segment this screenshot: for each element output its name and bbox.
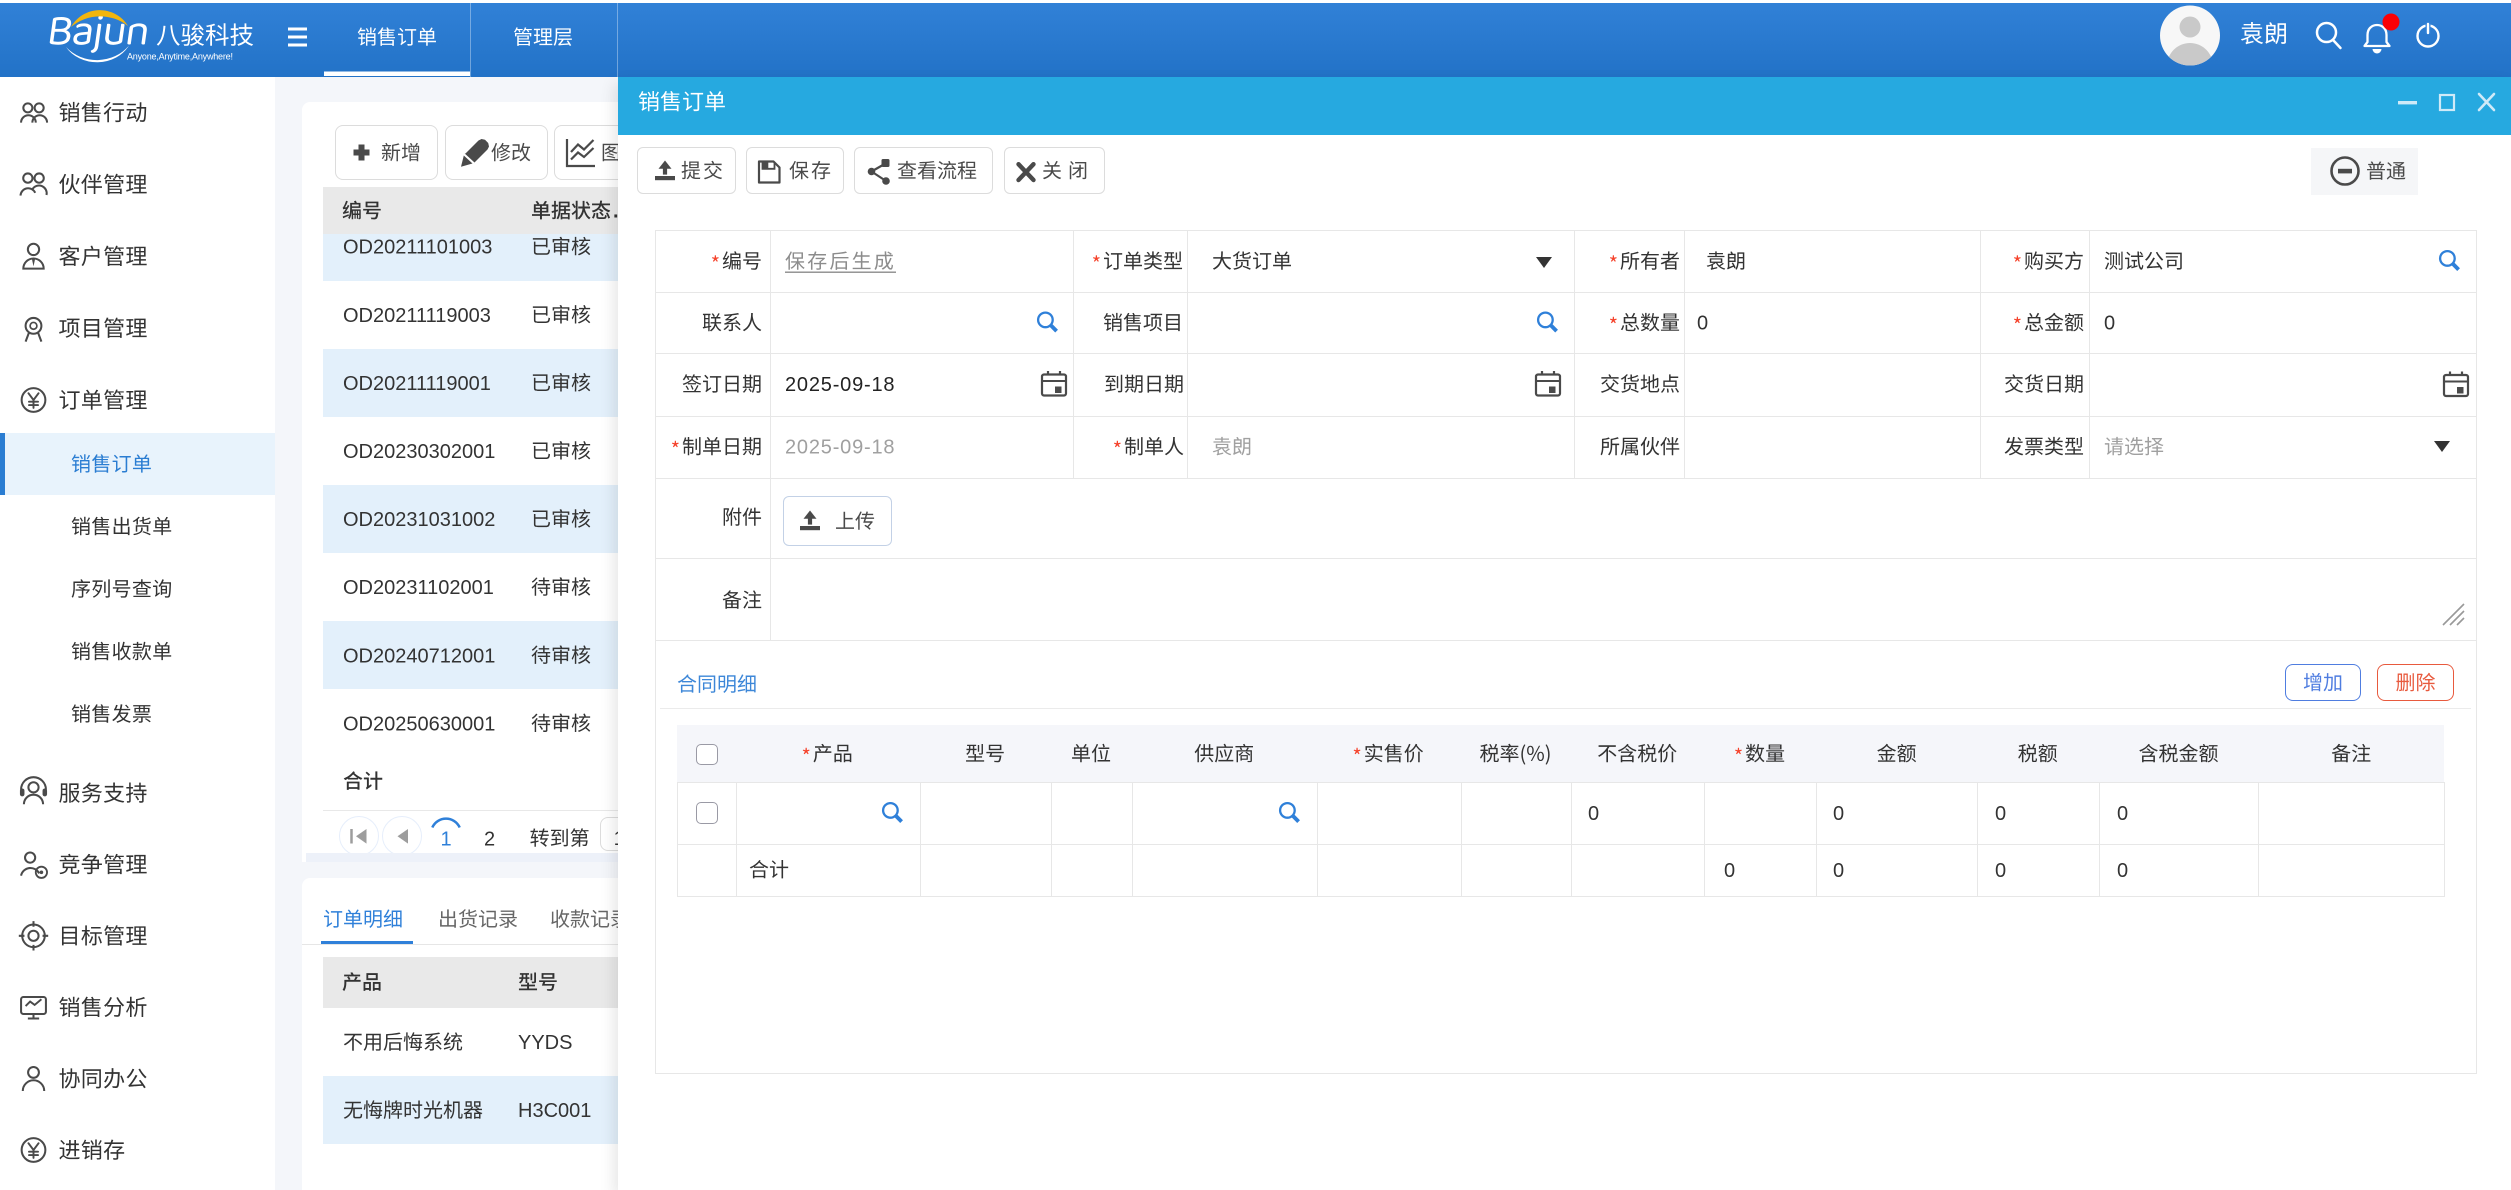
svg-text:0: 0: [2117, 803, 2128, 825]
svg-text:0: 0: [1995, 860, 2006, 882]
svg-text:0: 0: [1995, 803, 2006, 825]
svg-text:0: 0: [1833, 860, 1844, 882]
svg-text:0: 0: [1833, 803, 1844, 825]
svg-text:2025-09-18: 2025-09-18: [785, 374, 895, 396]
svg-text:0: 0: [2104, 313, 2115, 335]
svg-text:2025-09-18: 2025-09-18: [785, 437, 895, 459]
svg-text:0: 0: [1724, 860, 1735, 882]
svg-text:0: 0: [2117, 860, 2128, 882]
svg-text:0: 0: [1588, 803, 1599, 825]
svg-text:0: 0: [1697, 313, 1708, 335]
